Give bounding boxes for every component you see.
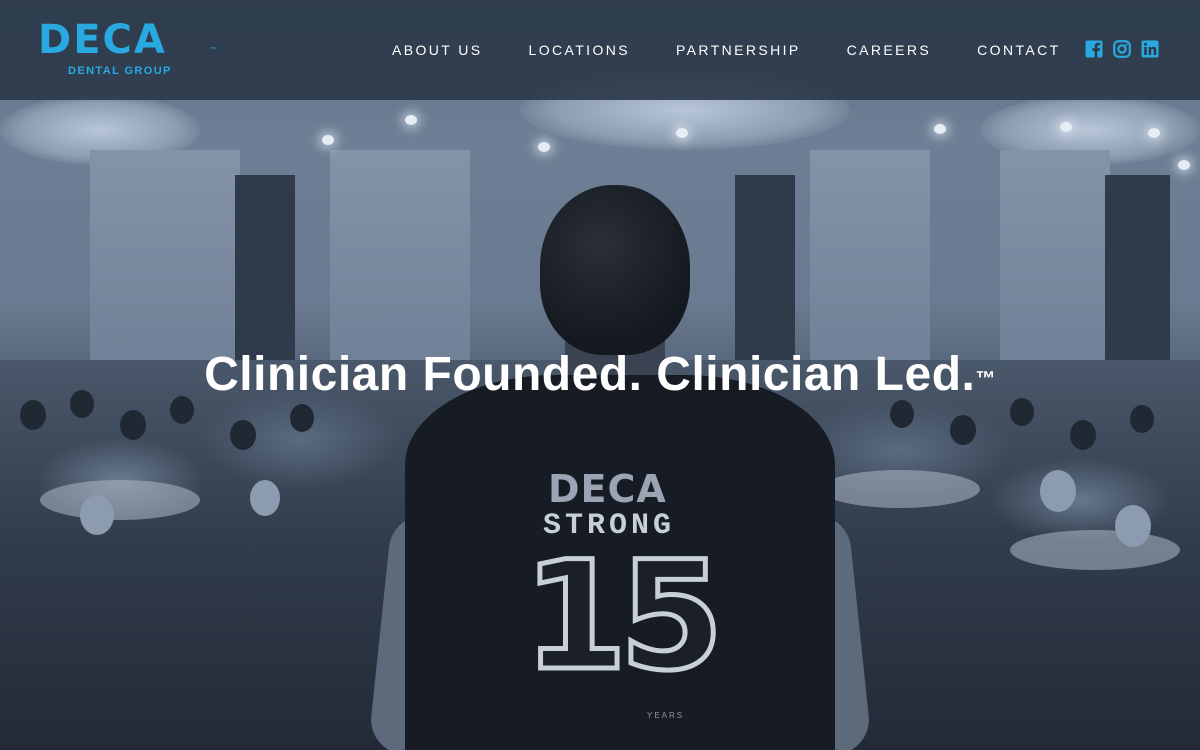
logo-wordmark: DECA [38,17,167,63]
speaker-from-behind: DECA STRONG 15 YEARS [367,185,873,750]
audience-member [120,410,146,440]
audience-member [290,404,314,432]
nav-locations[interactable]: LOCATIONS [529,42,630,62]
audience-member [230,420,256,450]
logo-subtitle: DENTAL GROUP [68,65,172,77]
social-links [1085,40,1159,58]
audience-member [1070,420,1096,450]
shirt-number: 15 [521,528,727,707]
shirt-years-text: YEARS [647,711,685,720]
instagram-icon[interactable] [1113,40,1131,58]
ceiling-spotlight [1060,122,1072,132]
shirt-brand-text: DECA [548,467,667,511]
headline-trademark: ™ [975,368,996,390]
audience-member [890,400,914,428]
ceiling-spotlight [676,128,688,138]
nav-contact[interactable]: CONTACT [977,42,1060,62]
audience-member [20,400,46,430]
audience-member [80,495,114,535]
audience-member [250,480,280,516]
hero-headline: Clinician Founded. Clinician Led.™ [0,346,1200,404]
audience-member [1040,470,1076,512]
ceiling-spotlight [538,142,550,152]
nav-about-us[interactable]: ABOUT US [392,42,483,62]
ceiling-spotlight [322,135,334,145]
audience-member [1130,405,1154,433]
nav-careers[interactable]: CAREERS [847,42,931,62]
nav-partnership[interactable]: PARTNERSHIP [676,42,801,62]
banquet-table [1010,530,1180,570]
linkedin-icon[interactable] [1141,40,1159,58]
audience-member [950,415,976,445]
hero-headline-text: Clinician Founded. Clinician Led. [204,348,976,401]
audience-member [1115,505,1151,547]
door [1105,175,1170,360]
deca-logo[interactable]: DECA ™ DENTAL GROUP [38,17,228,80]
shirt-print: DECA STRONG 15 YEARS [385,185,855,750]
ceiling-spotlight [1178,160,1190,170]
banquet-table [40,480,200,520]
ceiling-spotlight [405,115,417,125]
logo-trademark: ™ [210,47,216,53]
facebook-icon[interactable] [1085,40,1103,58]
main-nav: ABOUT US LOCATIONS PARTNERSHIP CAREERS C… [392,42,1061,62]
ceiling-spotlight [934,124,946,134]
door [235,175,295,360]
ceiling-spotlight [1148,128,1160,138]
site-header: DECA ™ DENTAL GROUP ABOUT US LOCATIONS P… [0,0,1200,100]
